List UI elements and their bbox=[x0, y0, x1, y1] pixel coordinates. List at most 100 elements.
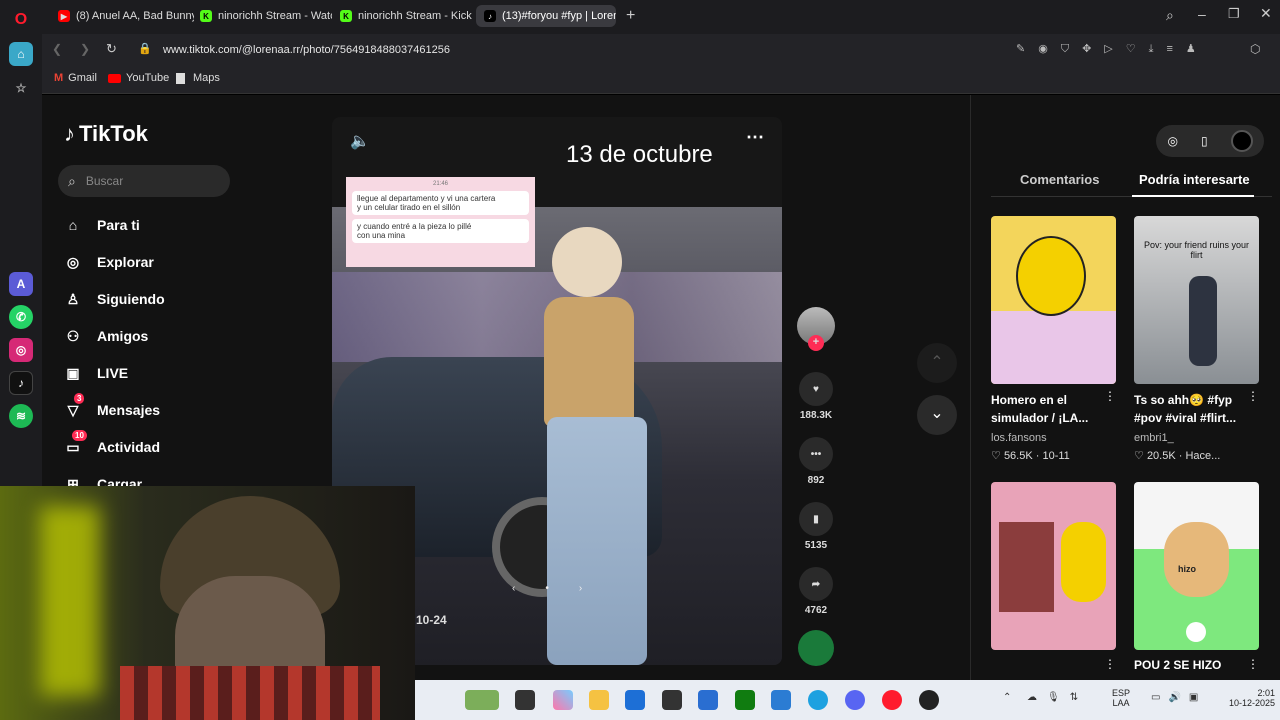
kick-icon: K bbox=[340, 10, 352, 22]
clock[interactable]: 2:01 10-12-2025 bbox=[1225, 688, 1275, 708]
extensions-icon[interactable]: ⬡ bbox=[1250, 42, 1260, 56]
compass-icon[interactable]: ◎ bbox=[1167, 134, 1177, 148]
address-bar: ❮ ❯ ↻ 🔒 www.tiktok.com/@lorenaa.rr/photo… bbox=[42, 34, 1280, 66]
nav-siguiendo[interactable]: ♙ Siguiendo bbox=[62, 288, 165, 310]
previous-post-icon[interactable]: ⌃ bbox=[917, 343, 957, 383]
weather-widget-icon[interactable] bbox=[465, 690, 499, 710]
more-icon[interactable]: ⋮ bbox=[1247, 657, 1259, 671]
search-tabs-icon[interactable]: ⌕ bbox=[1166, 7, 1174, 24]
language-indicator[interactable]: ESP LAA bbox=[1112, 688, 1130, 708]
search-input[interactable]: ⌕ Buscar bbox=[58, 165, 230, 197]
bookmark-maps[interactable]: Maps bbox=[176, 72, 220, 84]
home-icon: ⌂ bbox=[68, 217, 78, 233]
nav-actividad[interactable]: ▭ 10 Actividad bbox=[62, 430, 160, 458]
nav-live[interactable]: ▣ LIVE bbox=[62, 362, 128, 384]
tiktok-icon[interactable]: ♪ bbox=[9, 371, 33, 395]
obs-icon[interactable] bbox=[919, 690, 939, 710]
task-view-icon[interactable] bbox=[515, 690, 535, 710]
tab-comentarios[interactable]: Comentarios bbox=[1020, 172, 1099, 187]
close-icon[interactable]: ✕ bbox=[1260, 5, 1272, 22]
url-field[interactable]: www.tiktok.com/@lorenaa.rr/photo/7564918… bbox=[163, 38, 1123, 62]
suggested-thumbnail-2[interactable]: Pov: your friend ruins your flirt bbox=[1134, 216, 1259, 384]
edge-icon[interactable] bbox=[808, 690, 828, 710]
tray-icons[interactable]: ☁🎙⇅ bbox=[1027, 692, 1088, 703]
phone-icon[interactable]: ▯ bbox=[1201, 134, 1208, 148]
more-icon[interactable]: ⋮ bbox=[1247, 389, 1259, 403]
suggested-thumbnail-3[interactable] bbox=[991, 482, 1116, 650]
person-jeans bbox=[547, 417, 647, 665]
tab-podria-interesarte[interactable]: Podría interesarte bbox=[1139, 172, 1250, 187]
toolbar-icons[interactable]: ✎◉⛉✥▷♡⤓≡♟ bbox=[1016, 42, 1209, 56]
tab-label: (13)#foryou #fyp | Lorena bbox=[502, 10, 616, 22]
opera-logo-icon[interactable]: O bbox=[9, 8, 33, 32]
reload-icon[interactable]: ↻ bbox=[106, 41, 117, 57]
clock-date: 10-12-2025 bbox=[1228, 698, 1275, 708]
tab-tiktok[interactable]: ♪ (13)#foryou #fyp | Lorena bbox=[476, 5, 616, 27]
copilot-icon[interactable] bbox=[553, 690, 573, 710]
store-icon[interactable] bbox=[625, 690, 645, 710]
message-badge: 3 bbox=[74, 393, 85, 404]
whatsapp-icon[interactable]: ✆ bbox=[9, 305, 33, 329]
new-tab-icon[interactable]: + bbox=[626, 7, 635, 25]
nav-amigos[interactable]: ⚇ Amigos bbox=[62, 325, 149, 347]
visual-studio-code-icon[interactable] bbox=[698, 690, 718, 710]
comment-action[interactable]: ••• 892 bbox=[796, 437, 836, 486]
suggested-thumbnail-1[interactable] bbox=[991, 216, 1116, 384]
follow-plus-icon[interactable]: + bbox=[808, 335, 824, 351]
nav-explorar[interactable]: ◎ Explorar bbox=[62, 251, 154, 273]
nav-para-ti[interactable]: ⌂ Para ti bbox=[62, 214, 140, 236]
chevron-up-icon[interactable]: ⌃ bbox=[1003, 692, 1011, 703]
tab-kick-2[interactable]: K ninorichh Stream - Kick D bbox=[332, 5, 472, 27]
app-icon[interactable] bbox=[662, 690, 682, 710]
xbox-icon[interactable] bbox=[735, 690, 755, 710]
next-post-icon[interactable]: ⌄ bbox=[917, 395, 957, 435]
outlook-icon[interactable] bbox=[771, 690, 791, 710]
more-options-icon[interactable]: ⋯ bbox=[746, 127, 764, 148]
aria-icon[interactable]: A bbox=[9, 272, 33, 296]
share-action[interactable]: ➦ 4762 bbox=[796, 567, 836, 616]
suggested-thumbnail-4[interactable]: hizo bbox=[1134, 482, 1259, 650]
frames-shape bbox=[999, 522, 1054, 612]
music-disc-icon[interactable] bbox=[798, 630, 834, 666]
bookmark-gmail[interactable]: M Gmail bbox=[54, 72, 97, 84]
forward-icon[interactable]: ❯ bbox=[80, 42, 90, 56]
bookmark-label: Maps bbox=[193, 72, 220, 84]
instagram-icon[interactable]: ◎ bbox=[9, 338, 33, 362]
suggested-title[interactable]: POU 2 SE HIZO bbox=[1134, 656, 1244, 674]
heart-outline-icon: ♡ bbox=[991, 450, 1001, 462]
suggested-author[interactable]: los.fansons bbox=[991, 432, 1047, 444]
profile-avatar[interactable] bbox=[1230, 130, 1253, 152]
spotify-icon[interactable]: ≋ bbox=[9, 404, 33, 428]
volume-icon[interactable]: 🔈 bbox=[350, 131, 370, 151]
author-avatar[interactable]: + bbox=[796, 307, 836, 351]
more-icon[interactable]: ⋮ bbox=[1104, 657, 1116, 671]
tab-youtube[interactable]: ▶ (8) Anuel AA, Bad Bunny - bbox=[50, 5, 194, 27]
system-icons[interactable]: ▭🔊▣ bbox=[1151, 692, 1206, 703]
tiktok-logo[interactable]: ♪ TikTok bbox=[64, 121, 148, 147]
tab-kick-1[interactable]: K ninorichh Stream - Watch bbox=[192, 5, 332, 27]
back-icon[interactable]: ❮ bbox=[52, 42, 62, 56]
suggested-author[interactable]: embri1_ bbox=[1134, 432, 1174, 444]
file-explorer-icon[interactable] bbox=[589, 690, 609, 710]
star-icon[interactable]: ☆ bbox=[9, 76, 33, 100]
avatar: + bbox=[797, 307, 835, 351]
like-count: 56.5K bbox=[1003, 450, 1033, 462]
home-icon[interactable]: ⌂ bbox=[9, 42, 33, 66]
maximize-icon[interactable]: ❐ bbox=[1228, 6, 1240, 22]
like-action[interactable]: ♥ 188.3K bbox=[796, 372, 836, 421]
chat-line: y cuando entré a la pieza lo pillé bbox=[357, 222, 472, 231]
bookmarks-bar: M Gmail YouTube Maps bbox=[42, 66, 1280, 94]
carousel-arrows[interactable]: ‹•› bbox=[512, 583, 612, 594]
bookmark-youtube[interactable]: YouTube bbox=[108, 72, 169, 84]
nav-mensajes[interactable]: ▽ 3 Mensajes bbox=[62, 393, 160, 421]
opera-icon[interactable] bbox=[882, 690, 902, 710]
youtube-icon: ▶ bbox=[58, 10, 70, 22]
save-action[interactable]: ▮ 5135 bbox=[796, 502, 836, 551]
more-icon[interactable]: ⋮ bbox=[1104, 389, 1116, 403]
suggested-title[interactable]: Homero en el simulador / ¡LA... bbox=[991, 391, 1101, 427]
tiktok-icon: ♪ bbox=[484, 10, 496, 22]
minimize-icon[interactable]: – bbox=[1198, 6, 1206, 22]
view-controls[interactable]: ◎ ▯ bbox=[1156, 125, 1264, 157]
discord-icon[interactable] bbox=[845, 690, 865, 710]
suggested-title[interactable]: Ts so ahh🥺 #fyp #pov #viral #flirt... bbox=[1134, 391, 1244, 427]
